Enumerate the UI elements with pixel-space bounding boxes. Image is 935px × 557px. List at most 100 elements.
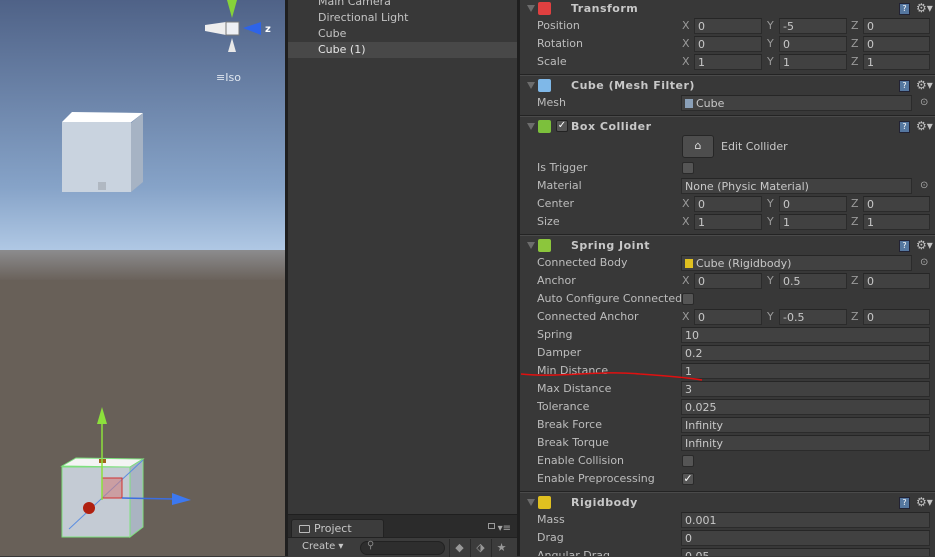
value-field[interactable]: 0.2 <box>681 345 930 361</box>
value-field[interactable]: 0 <box>681 530 930 546</box>
x-field[interactable]: 1 <box>694 54 762 70</box>
hierarchy-item[interactable]: Cube <box>288 26 517 42</box>
scene-view[interactable]: z ≡Iso <box>0 0 285 556</box>
y-field[interactable]: -0.5 <box>779 309 847 325</box>
y-field[interactable]: -5 <box>779 18 847 34</box>
component-enabled-checkbox[interactable]: ✓ <box>556 120 568 132</box>
z-field[interactable]: 0 <box>863 309 930 325</box>
x-field[interactable]: 0 <box>694 18 762 34</box>
y-axis-label: Y <box>767 215 774 228</box>
x-field[interactable]: 1 <box>694 214 762 230</box>
gear-icon[interactable]: ⚙▾ <box>916 118 933 135</box>
property-label: Material <box>537 179 582 192</box>
property-row: Scale X 1 Y 1 Z 1 <box>520 53 935 71</box>
z-field[interactable]: 0 <box>863 196 930 212</box>
scene-canvas[interactable]: z <box>0 0 285 556</box>
help-icon[interactable]: ? <box>899 240 910 252</box>
gear-icon[interactable]: ⚙▾ <box>916 77 933 94</box>
checkbox[interactable]: ✓ <box>682 473 694 485</box>
object-field[interactable]: Cube <box>681 95 912 111</box>
value-field[interactable]: 10 <box>681 327 930 343</box>
object-picker-icon[interactable]: ⊙ <box>920 254 928 272</box>
y-field[interactable]: 0 <box>779 36 847 52</box>
filter-by-label-icon[interactable]: ⬗ <box>470 539 490 557</box>
lock-icon[interactable] <box>488 523 495 529</box>
z-field[interactable]: 0 <box>863 273 930 289</box>
create-button[interactable]: Create ▾ <box>302 541 343 552</box>
component-title: Cube (Mesh Filter) <box>571 79 695 92</box>
property-row: Material None (Physic Material) ⊙ <box>520 177 935 195</box>
hierarchy-panel: Main Camera Directional Light Cube Cube … <box>285 0 520 557</box>
tab-project[interactable]: Project <box>291 519 384 538</box>
help-icon[interactable]: ? <box>899 80 910 92</box>
component-header[interactable]: Transform? ⚙▾ <box>520 0 935 17</box>
property-row: Connected Anchor X 0 Y -0.5 Z 0 <box>520 308 935 326</box>
foldout-arrow-icon[interactable] <box>527 82 535 89</box>
component-transform: Transform? ⚙▾ Position X 0 Y -5 Z 0 Rotation X 0 Y 0 Z… <box>520 0 935 75</box>
value-field[interactable]: Infinity <box>681 435 930 451</box>
y-field[interactable]: 1 <box>779 54 847 70</box>
projection-toggle[interactable]: ≡Iso <box>216 71 241 84</box>
property-row: Spring 10 <box>520 326 935 344</box>
panel-menu-icon[interactable]: ▾≡ <box>498 523 511 534</box>
foldout-arrow-icon[interactable] <box>527 242 535 249</box>
tab-project-label: Project <box>314 522 352 535</box>
foldout-arrow-icon[interactable] <box>527 123 535 130</box>
foldout-arrow-icon[interactable] <box>527 5 535 12</box>
project-search-input[interactable]: ⚲ <box>360 540 445 555</box>
component-header[interactable]: Rigidbody? ⚙▾ <box>520 494 935 511</box>
component-header[interactable]: Cube (Mesh Filter)? ⚙▾ <box>520 77 935 94</box>
hierarchy-item[interactable]: Directional Light <box>288 10 517 26</box>
value-field[interactable]: 0.025 <box>681 399 930 415</box>
x-field[interactable]: 0 <box>694 36 762 52</box>
value-field[interactable]: 0.05 <box>681 548 930 556</box>
property-label: Size <box>537 215 560 228</box>
checkbox[interactable] <box>682 455 694 467</box>
anchor-sphere <box>83 502 95 514</box>
property-row: Position X 0 Y -5 Z 0 <box>520 17 935 35</box>
edit-collider-button[interactable]: ⌂ <box>682 135 714 158</box>
center-handle <box>101 477 123 499</box>
z-field[interactable]: 1 <box>863 214 930 230</box>
help-icon[interactable]: ? <box>899 3 910 15</box>
property-row: Enable Preprocessing ✓ <box>520 470 935 488</box>
z-axis-label: Z <box>851 37 859 50</box>
property-label: Connected Body <box>537 256 628 269</box>
z-field[interactable]: 0 <box>863 36 930 52</box>
checkbox[interactable] <box>682 293 694 305</box>
component-header[interactable]: Spring Joint? ⚙▾ <box>520 237 935 254</box>
cube-upper[interactable] <box>62 112 143 192</box>
y-field[interactable]: 0 <box>779 196 847 212</box>
hierarchy-item-selected[interactable]: Cube (1) <box>288 42 517 58</box>
value-field[interactable]: 3 <box>681 381 930 397</box>
filter-by-type-icon[interactable]: ◆ <box>449 539 469 557</box>
x-axis-label: X <box>682 55 690 68</box>
x-field[interactable]: 0 <box>694 273 762 289</box>
help-icon[interactable]: ? <box>899 121 910 133</box>
favorites-star-icon[interactable]: ★ <box>491 539 511 557</box>
gear-icon[interactable]: ⚙▾ <box>916 494 933 511</box>
object-picker-icon[interactable]: ⊙ <box>920 177 928 195</box>
x-axis-label: X <box>682 37 690 50</box>
x-field[interactable]: 0 <box>694 309 762 325</box>
foldout-arrow-icon[interactable] <box>527 499 535 506</box>
y-field[interactable]: 0.5 <box>779 273 847 289</box>
hierarchy-item[interactable]: Main Camera <box>288 0 517 10</box>
object-picker-icon[interactable]: ⊙ <box>920 94 928 112</box>
value-field[interactable]: 0.001 <box>681 512 930 528</box>
object-field[interactable]: Cube (Rigidbody) <box>681 255 912 271</box>
object-field[interactable]: None (Physic Material) <box>681 178 912 194</box>
x-field[interactable]: 0 <box>694 196 762 212</box>
gear-icon[interactable]: ⚙▾ <box>916 0 933 17</box>
gear-icon[interactable]: ⚙▾ <box>916 237 933 254</box>
component-header[interactable]: ✓ Box Collider? ⚙▾ <box>520 118 935 135</box>
checkbox[interactable] <box>682 162 694 174</box>
value-field[interactable]: Infinity <box>681 417 930 433</box>
z-field[interactable]: 0 <box>863 18 930 34</box>
property-label: Enable Collision <box>537 454 625 467</box>
help-icon[interactable]: ? <box>899 497 910 509</box>
property-row: Anchor X 0 Y 0.5 Z 0 <box>520 272 935 290</box>
value-field[interactable]: 1 <box>681 363 930 379</box>
z-field[interactable]: 1 <box>863 54 930 70</box>
y-field[interactable]: 1 <box>779 214 847 230</box>
